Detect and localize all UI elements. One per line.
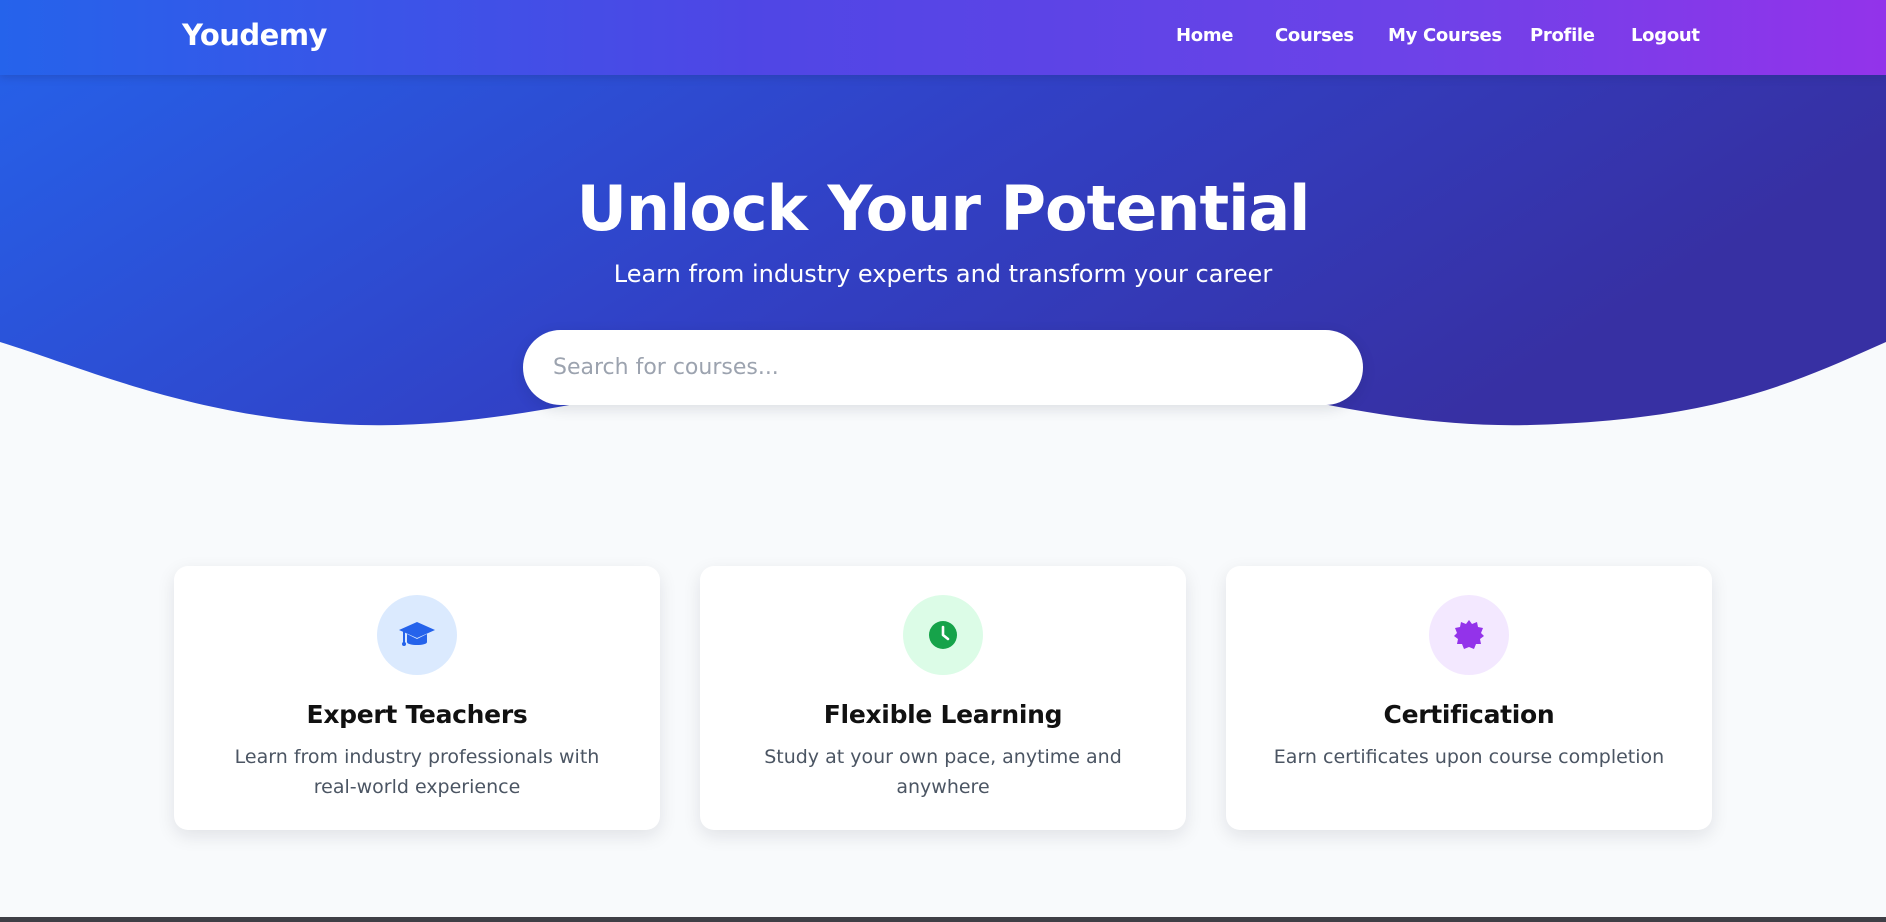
nav-link-logout[interactable]: Logout <box>1631 25 1700 46</box>
feature-card-certification: Certification Earn certificates upon cou… <box>1226 566 1712 830</box>
feature-description: Earn certificates upon course completion <box>1273 746 1665 768</box>
brand-logo[interactable]: Youdemy <box>182 18 327 52</box>
bottom-edge-bar <box>0 917 1886 922</box>
search-bar <box>523 330 1363 405</box>
feature-card-expert-teachers: Expert Teachers Learn from industry prof… <box>174 566 660 830</box>
graduation-cap-icon <box>399 622 435 646</box>
top-navbar: Youdemy Home Courses My Courses Profile … <box>0 0 1886 75</box>
nav-link-my-courses[interactable]: My Courses <box>1388 25 1502 46</box>
feature-title: Expert Teachers <box>306 700 528 729</box>
search-input[interactable] <box>523 330 1363 405</box>
feature-icon-badge <box>903 595 983 675</box>
hero-subtitle: Learn from industry experts and transfor… <box>613 260 1273 288</box>
feature-title: Certification <box>1383 700 1555 729</box>
nav-link-courses[interactable]: Courses <box>1275 25 1354 46</box>
feature-card-flexible-learning: Flexible Learning Study at your own pace… <box>700 566 1186 830</box>
feature-description: Study at your own pace, anytime and anyw… <box>764 746 1122 798</box>
nav-link-home[interactable]: Home <box>1176 25 1234 46</box>
feature-description: Learn from industry professionals with r… <box>234 746 600 798</box>
clock-icon <box>929 621 957 649</box>
feature-icon-badge <box>1429 595 1509 675</box>
hero-title: Unlock Your Potential <box>576 172 1311 245</box>
certificate-icon <box>1454 620 1484 649</box>
feature-icon-badge <box>377 595 457 675</box>
feature-title: Flexible Learning <box>823 700 1063 729</box>
nav-link-profile[interactable]: Profile <box>1530 25 1595 46</box>
